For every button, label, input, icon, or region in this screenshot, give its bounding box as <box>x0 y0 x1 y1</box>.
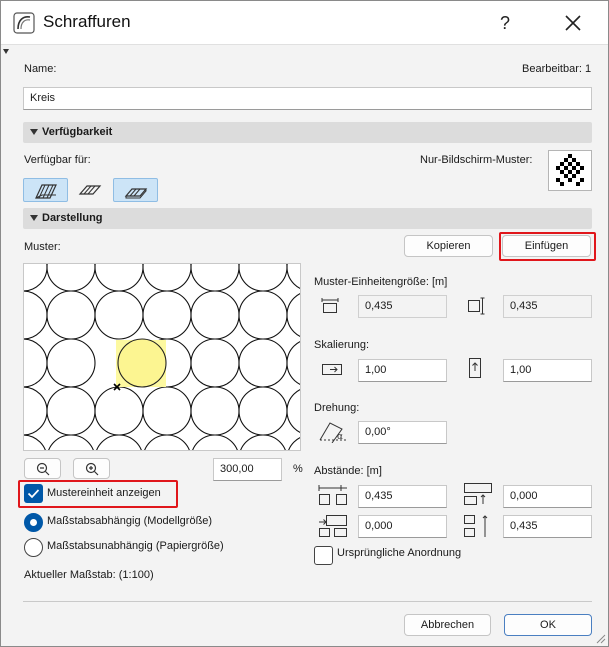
scale-independent-radio[interactable] <box>24 538 43 557</box>
copy-button[interactable]: Kopieren <box>404 235 493 257</box>
editable-label: Bearbeitbar: 1 <box>522 63 592 75</box>
scale-y-input[interactable]: 1,00 <box>503 359 592 382</box>
hatch-dialog: Schraffuren ? Name: Bearbeitbar: 1 Kreis… <box>0 0 609 647</box>
side-marker <box>3 49 9 54</box>
screen-pattern-icon <box>556 154 584 186</box>
rotation-label: Drehung: <box>314 402 360 414</box>
zoom-in-button[interactable] <box>73 458 110 479</box>
screen-only-label: Nur-Bildschirm-Muster: <box>420 154 533 166</box>
title-bar: Schraffuren ? <box>1 1 608 45</box>
display-section-title: Darstellung <box>42 212 103 224</box>
checkmark-icon <box>27 489 40 499</box>
spacing-horizontal-offset-input[interactable]: 0,000 <box>358 515 447 538</box>
original-arrangement-checkbox[interactable] <box>314 546 333 565</box>
display-section-header[interactable]: Darstellung <box>23 208 592 229</box>
scale-independent-label[interactable]: Maßstabsunabhängig (Papiergröße) <box>47 540 224 552</box>
zoom-input[interactable]: 300,00 <box>213 458 282 481</box>
pattern-label: Muster: <box>24 241 61 253</box>
available-for-label: Verfügbar für: <box>24 154 91 166</box>
zoom-out-button[interactable] <box>24 458 61 479</box>
show-unit-label[interactable]: Mustereinheit anzeigen <box>47 487 161 499</box>
pattern-preview[interactable] <box>23 263 301 451</box>
unit-height-field: 0,435 <box>503 295 592 318</box>
rotation-angle-icon: α <box>319 422 346 443</box>
circle-pattern-canvas <box>24 264 300 450</box>
unit-width-field: 0,435 <box>358 295 447 318</box>
window-title: Schraffuren <box>43 12 131 31</box>
unit-width-icon <box>321 298 339 313</box>
scale-dependent-radio[interactable] <box>24 513 43 532</box>
spacing-horizontal-input[interactable]: 0,435 <box>358 485 447 508</box>
svg-text:α: α <box>337 432 343 442</box>
app-icon <box>13 12 35 34</box>
unit-height-icon <box>468 297 485 315</box>
resize-grip-icon[interactable] <box>594 632 606 644</box>
spacing-vertical-icon <box>464 515 488 537</box>
close-icon[interactable] <box>556 7 590 39</box>
show-unit-checkbox[interactable] <box>24 484 43 503</box>
spacing-vertical-input[interactable]: 0,435 <box>503 515 592 538</box>
spacing-vertical-offset-input[interactable]: 0,000 <box>503 485 592 508</box>
name-label: Name: <box>24 63 57 75</box>
cover-fill-toggle[interactable] <box>113 178 158 202</box>
zoom-out-icon <box>36 462 49 476</box>
availability-section-header[interactable]: Verfügbarkeit <box>23 122 592 143</box>
ok-button[interactable]: OK <box>504 614 592 636</box>
name-input[interactable]: Kreis <box>23 87 592 110</box>
collapse-triangle-icon <box>30 215 38 221</box>
current-scale-label: Aktueller Maßstab: (1:100) <box>24 569 154 581</box>
availability-section-title: Verfügbarkeit <box>42 126 113 138</box>
drafting-fill-icon <box>78 185 102 195</box>
spacing-vertical-offset-icon <box>464 483 492 505</box>
paste-button[interactable]: Einfügen <box>502 235 591 257</box>
footer-divider <box>23 601 592 602</box>
original-arrangement-label[interactable]: Ursprüngliche Anordnung <box>337 547 461 559</box>
scale-x-input[interactable]: 1,00 <box>358 359 447 382</box>
cover-fill-icon <box>124 188 148 199</box>
spacing-horizontal-offset-icon <box>319 515 347 537</box>
unit-size-label: Muster-Einheitengröße: [m] <box>314 276 448 288</box>
screen-only-pattern-preview[interactable] <box>548 150 592 191</box>
cut-fill-toggle[interactable] <box>23 178 68 202</box>
drafting-fill-toggle[interactable] <box>68 178 113 202</box>
cancel-button[interactable]: Abbrechen <box>404 614 491 636</box>
help-button[interactable]: ? <box>489 7 521 39</box>
spacing-horizontal-icon <box>318 485 347 505</box>
rotation-input[interactable]: 0,00° <box>358 421 447 444</box>
zoom-in-icon <box>85 462 98 476</box>
scale-y-icon <box>469 358 481 378</box>
scaling-label: Skalierung: <box>314 339 370 351</box>
cut-fill-icon <box>35 184 57 199</box>
zoom-unit-label: % <box>293 463 303 475</box>
scale-dependent-label[interactable]: Maßstabsabhängig (Modellgröße) <box>47 515 212 527</box>
highlighted-circle <box>117 338 167 388</box>
collapse-triangle-icon <box>30 129 38 135</box>
spacing-label: Abstände: [m] <box>314 465 382 477</box>
scale-x-icon <box>322 364 342 375</box>
